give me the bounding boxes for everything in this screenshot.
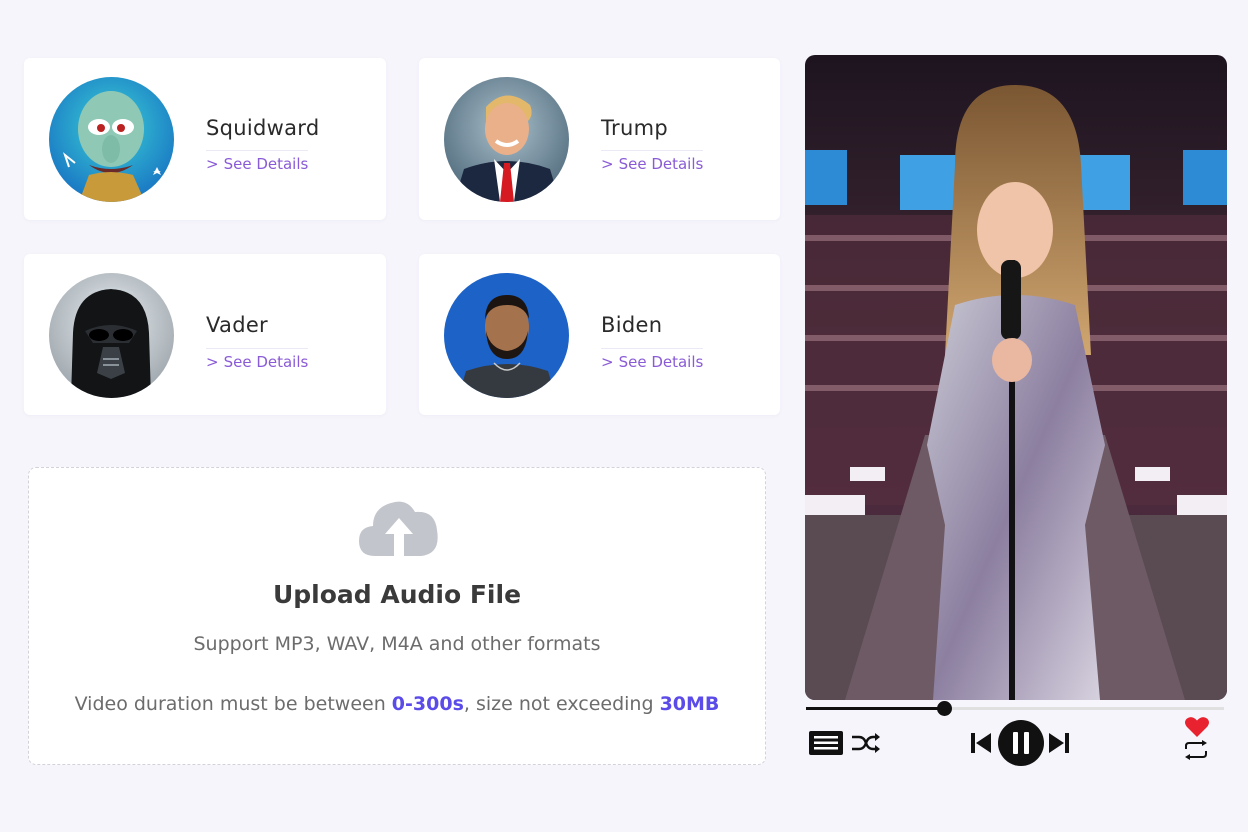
see-details-label: See Details [223, 353, 309, 371]
progress-knob[interactable] [936, 701, 952, 716]
voice-name: Biden [601, 313, 663, 337]
cloud-upload-icon [357, 494, 441, 562]
see-details-label: See Details [618, 353, 704, 371]
trump-avatar [444, 77, 569, 202]
voice-name: Vader [206, 313, 268, 337]
repeat-icon[interactable] [1181, 740, 1211, 764]
upload-limits-text: Video duration must be between 0-300s, s… [29, 693, 765, 715]
see-details-link[interactable]: > See Details [206, 155, 308, 173]
pause-icon[interactable] [997, 719, 1045, 771]
see-details-link[interactable]: > See Details [601, 353, 703, 371]
duration-range: 0-300s [391, 693, 464, 715]
chevron-right-icon: > [206, 353, 219, 371]
chevron-right-icon: > [206, 155, 219, 173]
see-details-label: See Details [618, 155, 704, 173]
voice-card-trump[interactable]: Trump > See Details [419, 58, 780, 220]
see-details-link[interactable]: > See Details [206, 353, 308, 371]
see-details-link[interactable]: > See Details [601, 155, 703, 173]
voice-card-vader[interactable]: Vader > See Details [24, 254, 386, 415]
chevron-right-icon: > [601, 155, 614, 173]
previous-icon[interactable] [970, 731, 992, 759]
see-details-label: See Details [223, 155, 309, 173]
limits-middle: , size not exceeding [463, 693, 660, 715]
next-icon[interactable] [1048, 731, 1070, 759]
upload-title: Upload Audio File [272, 580, 522, 609]
singer-on-stage-image [805, 55, 1227, 700]
upload-dropzone[interactable]: Upload Audio File Support MP3, WAV, M4A … [28, 467, 766, 765]
progress-track[interactable] [806, 701, 1224, 716]
biden-avatar [444, 273, 569, 398]
shuffle-icon[interactable] [850, 730, 882, 760]
upload-formats-text: Support MP3, WAV, M4A and other formats [193, 633, 601, 655]
voice-card-biden[interactable]: Biden > See Details [419, 254, 780, 415]
limits-prefix: Video duration must be between [74, 693, 392, 715]
progress-fill [806, 707, 944, 710]
voice-name: Squidward [206, 116, 320, 140]
chevron-right-icon: > [601, 353, 614, 371]
vader-avatar [49, 273, 174, 398]
size-limit: 30MB [659, 693, 720, 715]
heart-icon[interactable] [1184, 716, 1210, 742]
voice-name: Trump [601, 116, 668, 140]
playlist-icon[interactable] [808, 730, 844, 760]
squidward-avatar [49, 77, 174, 202]
voice-card-squidward[interactable]: Squidward > See Details [24, 58, 386, 220]
